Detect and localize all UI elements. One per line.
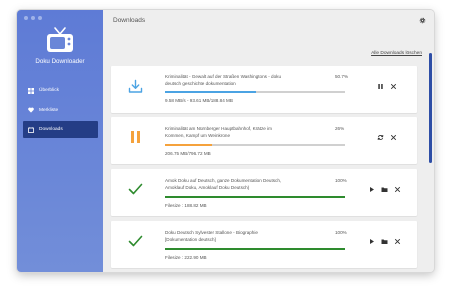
app-window: Doku Downloader Überblick Merkliste Down… [17,10,434,272]
close-icon[interactable] [390,134,397,141]
clear-all-downloads-link[interactable]: Alle Downloads löschen [371,51,422,56]
close-icon[interactable] [390,83,397,90]
progress-fill [165,196,345,198]
progress-fill [165,91,257,93]
play-icon[interactable] [368,186,375,193]
folder-icon[interactable] [381,186,388,193]
download-title: Doku Deutsch Sylvester Stallone - Biogra… [165,230,258,242]
download-percent: 100% [335,178,347,183]
top-bar: Downloads [103,10,434,34]
pause-bars-icon [131,131,140,143]
sidebar-item-watchlist[interactable]: Merkliste [23,102,103,119]
play-icon[interactable] [368,238,375,245]
grid-icon [28,87,34,94]
sidebar-item-label: Downloads [39,127,63,132]
main-content: Downloads Alle Downloads löschen Krimina… [103,10,434,272]
progress-fill [165,248,345,250]
window-controls [24,16,42,20]
progress-fill [165,144,212,146]
scrollbar-thumb[interactable] [429,53,432,163]
close-window-button[interactable] [24,16,28,20]
progress-bar [165,248,345,250]
refresh-icon[interactable] [377,134,384,141]
folder-icon[interactable] [381,238,388,245]
page-title: Downloads [113,17,146,24]
pause-icon[interactable] [377,83,384,90]
download-title: Kriminalität - Gewalt auf der Straßen Wa… [165,74,281,86]
download-percent: 26% [335,126,345,131]
sidebar-nav: Überblick Merkliste Downloads [23,82,103,141]
download-percent: 100% [335,230,347,235]
download-info: Filesize : 222.90 MB [165,255,207,260]
download-percent: 50.7% [335,74,349,79]
calendar-icon [28,126,34,133]
sidebar-item-overview[interactable]: Überblick [23,82,103,99]
tv-logo-icon [47,27,73,52]
download-item: Kriminalität am Nürnberger Hauptbahnhof,… [111,117,417,164]
sidebar: Doku Downloader Überblick Merkliste Down… [17,10,103,272]
checkmark-icon [128,183,143,195]
minimize-window-button[interactable] [31,16,35,20]
download-info: Filesize : 188.82 MB [165,203,207,208]
download-item: Kriminalität - Gewalt auf der Straßen Wa… [111,66,417,113]
checkmark-icon [128,235,143,247]
zoom-window-button[interactable] [38,16,42,20]
download-item: Doku Deutsch Sylvester Stallone - Biogra… [111,221,417,268]
sidebar-item-downloads[interactable]: Downloads [23,121,98,138]
download-info: 9.58 MB/s - 93.61 MB/188.84 MB [165,98,233,103]
progress-bar [165,144,345,146]
close-icon[interactable] [394,238,401,245]
progress-bar [165,91,345,93]
progress-bar [165,196,345,198]
download-title: Amok Doku auf Deutsch, ganze Dokumentati… [165,178,282,190]
app-title: Doku Downloader [35,58,85,65]
sidebar-item-label: Überblick [39,88,59,93]
close-icon[interactable] [394,186,401,193]
gear-icon[interactable] [419,17,426,24]
download-title: Kriminalität am Nürnberger Hauptbahnhof,… [165,126,272,138]
download-info: 206.75 MB/796.72 MB [165,151,211,156]
download-item: Amok Doku auf Deutsch, ganze Dokumentati… [111,169,417,216]
download-arrow-icon [128,79,143,93]
heart-icon [28,107,34,113]
sidebar-item-label: Merkliste [39,107,59,113]
